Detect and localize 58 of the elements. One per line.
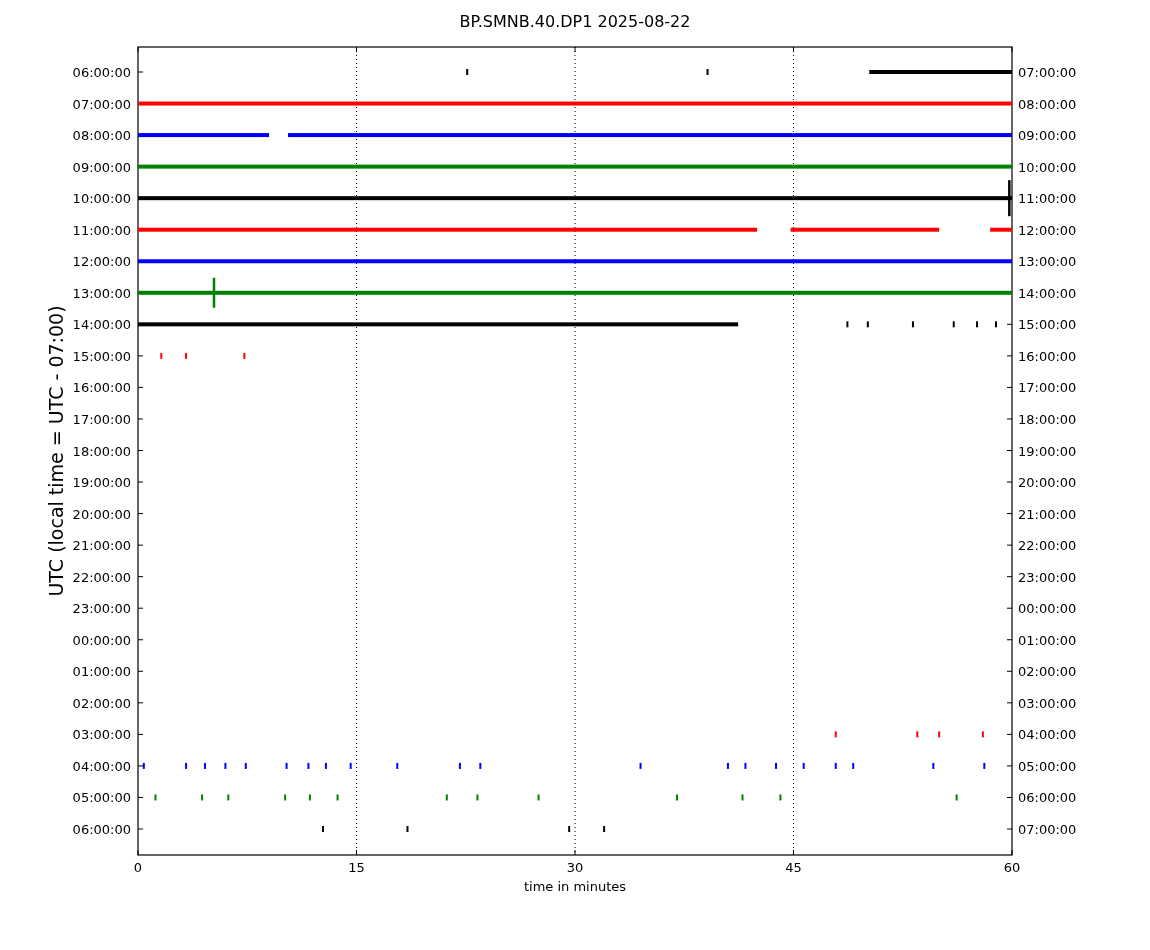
y-tick-label: 11:00:00 [1018, 191, 1077, 207]
y-tick-label: 12:00:00 [1018, 222, 1077, 238]
y-tick-label: 02:00:00 [72, 695, 131, 711]
y-tick-label: 18:00:00 [72, 443, 131, 459]
y-tick-label: 20:00:00 [1018, 475, 1077, 491]
y-tick-label: 06:00:00 [72, 65, 131, 80]
y-tick-label: 20:00:00 [72, 506, 131, 522]
y-tick-label: 22:00:00 [1018, 538, 1077, 554]
x-tick-label: 45 [785, 860, 802, 875]
y-tick-label: 16:00:00 [1018, 348, 1077, 364]
y-tick-label: 04:00:00 [72, 758, 131, 774]
x-tick-label: 30 [566, 860, 584, 875]
y-tick-label: 01:00:00 [72, 664, 131, 680]
y-tick-label: 13:00:00 [1018, 254, 1077, 270]
y-tick-label: 01:00:00 [1018, 632, 1077, 648]
y-tick-label: 03:00:00 [1018, 695, 1077, 711]
y-tick-label: 04:00:00 [1018, 727, 1077, 743]
y-axis-label: UTC (local time = UTC - 07:00) [45, 305, 67, 597]
y-tick-label: 08:00:00 [72, 128, 131, 144]
y-tick-label: 23:00:00 [1018, 569, 1077, 585]
y-tick-label: 16:00:00 [72, 380, 131, 396]
y-tick-label: 17:00:00 [1018, 380, 1077, 396]
y-tick-label: 23:00:00 [72, 601, 131, 617]
y-tick-label: 14:00:00 [72, 317, 131, 333]
y-tick-label: 02:00:00 [1018, 664, 1077, 680]
y-tick-label: 07:00:00 [72, 96, 131, 112]
y-tick-label: 22:00:00 [72, 569, 131, 585]
y-tick-label: 15:00:00 [72, 348, 131, 364]
y-tick-label: 18:00:00 [1018, 411, 1077, 427]
y-tick-label: 07:00:00 [1018, 822, 1077, 837]
y-tick-label: 09:00:00 [72, 159, 131, 175]
y-tick-label: 06:00:00 [72, 822, 131, 837]
x-tick-label: 0 [133, 860, 143, 875]
y-tick-label: 00:00:00 [1018, 601, 1077, 617]
y-tick-label: 00:00:00 [72, 632, 131, 648]
y-tick-label: 15:00:00 [1018, 317, 1077, 333]
y-tick-label: 21:00:00 [72, 538, 131, 554]
chart-title: BP.SMNB.40.DP1 2025-08-22 [459, 12, 691, 31]
y-tick-label: 07:00:00 [1018, 65, 1077, 80]
y-tick-label: 19:00:00 [1018, 443, 1077, 459]
y-tick-label: 14:00:00 [1018, 285, 1077, 301]
y-tick-label: 17:00:00 [72, 411, 131, 427]
y-tick-label: 09:00:00 [1018, 128, 1077, 144]
y-tick-label: 08:00:00 [1018, 96, 1077, 112]
x-axis-label: time in minutes [523, 879, 627, 894]
y-tick-label: 10:00:00 [72, 191, 131, 207]
y-tick-label: 19:00:00 [72, 475, 131, 491]
x-tick-label: 15 [348, 860, 365, 875]
y-tick-label: 05:00:00 [1018, 758, 1077, 774]
y-tick-label: 21:00:00 [1018, 506, 1077, 522]
y-tick-label: 03:00:00 [72, 727, 131, 743]
y-tick-label: 10:00:00 [1018, 159, 1077, 175]
y-tick-label: 12:00:00 [72, 254, 131, 270]
y-tick-label: 05:00:00 [72, 790, 131, 806]
y-tick-label: 13:00:00 [72, 285, 131, 301]
y-tick-label: 11:00:00 [72, 222, 131, 238]
x-tick-label: 60 [1003, 860, 1021, 875]
y-tick-label: 06:00:00 [1018, 790, 1077, 806]
